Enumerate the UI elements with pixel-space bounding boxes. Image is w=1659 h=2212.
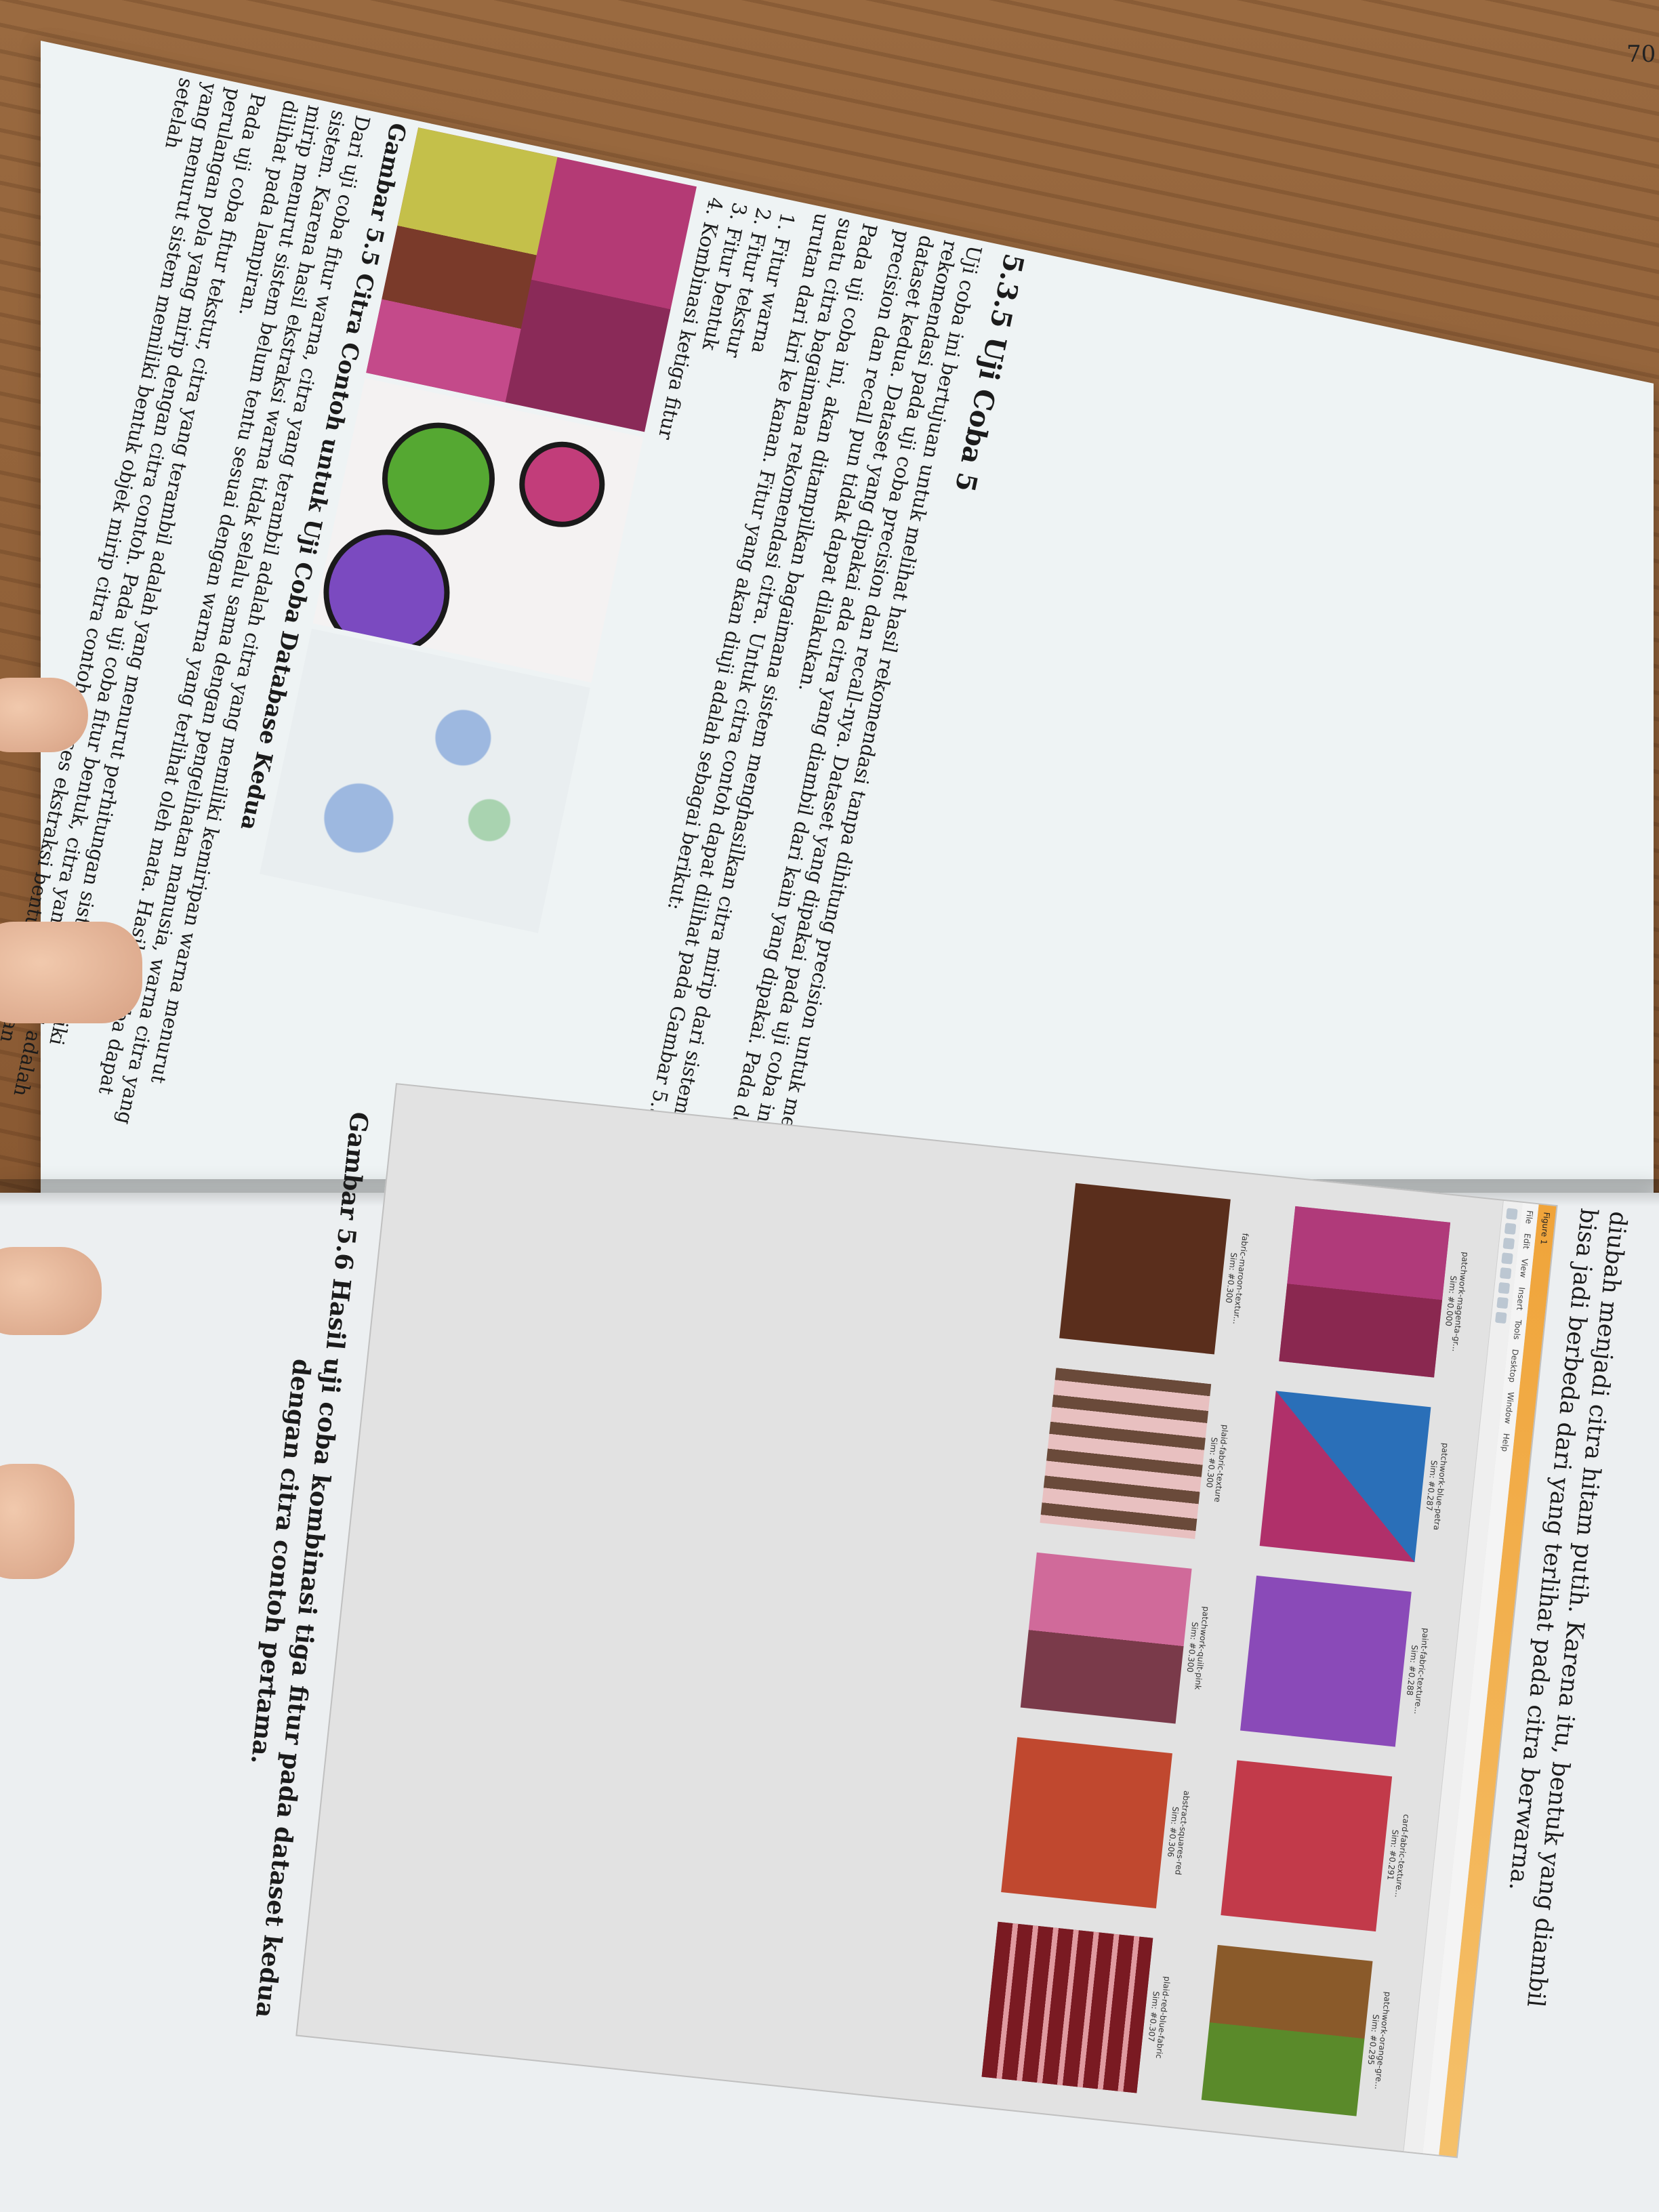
result-image xyxy=(981,1921,1153,2093)
menu-edit: Edit xyxy=(1521,1233,1532,1250)
menu-help: Help xyxy=(1500,1433,1511,1452)
result-tile: patchwork-blue-petra Sim: #0.287 xyxy=(1235,1382,1454,1572)
result-tile: plaid-fabric-texture Sim: #0.300 xyxy=(1015,1359,1235,1549)
menu-window: Window xyxy=(1502,1391,1516,1425)
page-number: 70 xyxy=(1626,41,1656,68)
photo-scene: 70 5.3.5 Uji Coba 5 Uji coba ini bertuju… xyxy=(0,0,1659,2212)
finger xyxy=(0,1247,102,1335)
print-icon xyxy=(1501,1252,1513,1265)
result-tile: patchwork-magenta-gr... Sim: #0.000 xyxy=(1254,1197,1473,1387)
open-icon xyxy=(1504,1223,1517,1235)
result-image xyxy=(1259,1391,1431,1563)
menu-tools: Tools xyxy=(1511,1319,1523,1340)
menu-view: View xyxy=(1518,1258,1530,1279)
result-image xyxy=(1221,1760,1393,1932)
matlab-figure-screenshot: Figure 1 File Edit View Insert Tools Des… xyxy=(295,1083,1558,2158)
result-image xyxy=(1020,1552,1192,1724)
finger xyxy=(0,1464,75,1579)
menu-desktop: Desktop xyxy=(1507,1348,1521,1383)
zoom-out-icon xyxy=(1498,1282,1511,1294)
result-image xyxy=(1279,1206,1451,1378)
menu-insert: Insert xyxy=(1515,1286,1527,1311)
result-tile: fabric-maroon-textur... Sim: #0.300 xyxy=(1034,1174,1254,1364)
zoom-in-icon xyxy=(1499,1267,1512,1279)
result-image xyxy=(1201,1944,1373,2116)
new-icon xyxy=(1506,1208,1518,1221)
save-icon xyxy=(1502,1237,1515,1250)
result-tile: patchwork-quilt-pink Sim: #0.300 xyxy=(996,1543,1215,1733)
finger xyxy=(0,922,142,1023)
finger xyxy=(0,678,88,752)
result-image xyxy=(1001,1737,1172,1909)
polka-dot-sample-image xyxy=(312,377,644,683)
result-tile: paint-fabric-texture... Sim: #0.288 xyxy=(1215,1566,1435,1756)
result-image xyxy=(1240,1575,1412,1747)
floral-sample-image xyxy=(260,628,590,933)
lower-page-content: diubah menjadi citra hitam putih. Karena… xyxy=(0,1048,1633,2184)
result-tile: patchwork-orange-gre... Sim: #0.295 xyxy=(1176,1936,1396,2125)
result-image xyxy=(1059,1183,1231,1355)
result-grid: patchwork-magenta-gr... Sim: #0.000 patch… xyxy=(927,1151,1503,2151)
rotate-icon xyxy=(1494,1311,1507,1324)
result-tile: abstract-squares-red Sim: #0.306 xyxy=(976,1728,1195,1918)
result-tile: card-fabric-texture... Sim: #0.291 xyxy=(1196,1751,1416,1941)
menu-file: File xyxy=(1523,1210,1535,1225)
pan-icon xyxy=(1496,1296,1509,1309)
result-image xyxy=(1040,1368,1212,1540)
window-title: Figure 1 xyxy=(1538,1211,1552,1246)
result-tile: plaid-red-blue-fabric Sim: #0.307 xyxy=(957,1912,1176,2102)
